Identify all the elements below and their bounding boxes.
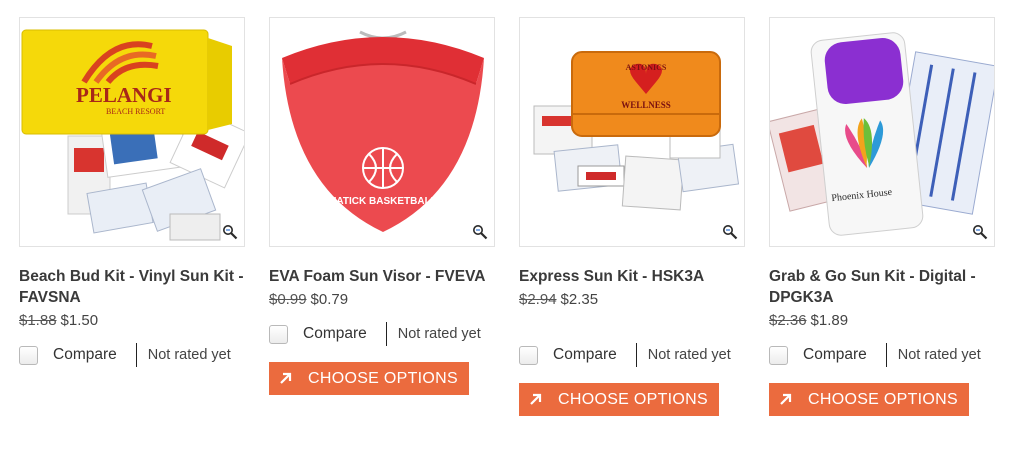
product-price: $2.36 $1.89 xyxy=(769,312,995,330)
pelangi-logo-subtext: BEACH RESORT xyxy=(106,107,165,116)
arrow-up-right-icon xyxy=(530,393,542,405)
visor-print-text: NATICK BASKETBALL xyxy=(329,196,437,207)
sale-price: $2.35 xyxy=(560,291,599,308)
rating-text: Not rated yet xyxy=(397,326,481,342)
product-title[interactable]: Express Sun Kit - HSK3A xyxy=(519,266,745,287)
old-price: $0.99 xyxy=(269,291,307,308)
pelangi-logo-text: PELANGI xyxy=(76,83,172,107)
product-card: PELANGI BEACH RESORT Beach Bud Kit - Vin… xyxy=(19,17,245,367)
product-title[interactable]: EVA Foam Sun Visor - FVEVA xyxy=(269,266,495,287)
arrow-up-right-icon xyxy=(780,393,792,405)
compare-checkbox[interactable] xyxy=(519,345,538,365)
compare-rating-row: Compare Not rated yet xyxy=(19,343,245,367)
product-image[interactable]: PELANGI BEACH RESORT xyxy=(19,17,245,247)
arrow-up-right-icon xyxy=(280,372,292,384)
beach-bud-kit-image: PELANGI BEACH RESORT xyxy=(21,29,244,241)
choose-options-label: CHOOSE OPTIONS xyxy=(308,369,458,387)
compare-label[interactable]: Compare xyxy=(803,346,867,364)
product-title[interactable]: Grab & Go Sun Kit - Digital - DPGK3A xyxy=(769,266,995,308)
product-card: ASTONICS WELLNESS Express Sun Kit - HSK3… xyxy=(519,17,745,416)
compare-checkbox[interactable] xyxy=(19,345,38,365)
compare-rating-row: Compare Not rated yet xyxy=(769,343,995,367)
old-price: $2.36 xyxy=(769,312,807,329)
product-price: $1.88 $1.50 xyxy=(19,312,245,330)
product-image[interactable]: ASTONICS WELLNESS xyxy=(519,17,745,247)
grab-go-sun-kit-image: Phoenix House xyxy=(770,32,994,236)
magnifier-icon[interactable] xyxy=(222,224,238,240)
magnifier-icon[interactable] xyxy=(472,224,488,240)
sale-price: $0.79 xyxy=(310,291,349,308)
compare-rating-row: Compare Not rated yet xyxy=(519,343,745,367)
divider xyxy=(135,343,137,367)
compare-label[interactable]: Compare xyxy=(553,346,617,364)
divider xyxy=(885,343,887,367)
case-logo-top: ASTONICS xyxy=(626,63,667,72)
divider xyxy=(635,343,637,367)
magnifier-icon[interactable] xyxy=(722,224,738,240)
express-sun-kit-image: ASTONICS WELLNESS xyxy=(533,51,740,211)
sun-visor-image: NATICK BASKETBALL xyxy=(282,30,484,232)
choose-options-button[interactable]: CHOOSE OPTIONS xyxy=(519,383,719,416)
sale-price: $1.89 xyxy=(810,312,849,329)
divider xyxy=(385,322,387,346)
compare-label[interactable]: Compare xyxy=(53,346,117,364)
product-price: $2.94 $2.35 xyxy=(519,291,745,309)
choose-options-button[interactable]: CHOOSE OPTIONS xyxy=(269,362,469,395)
case-logo-bottom: WELLNESS xyxy=(621,100,671,110)
product-price: $0.99 $0.79 xyxy=(269,291,495,309)
compare-label[interactable]: Compare xyxy=(303,325,367,343)
product-grid: PELANGI BEACH RESORT Beach Bud Kit - Vin… xyxy=(0,0,1015,449)
product-image[interactable]: Phoenix House xyxy=(769,17,995,247)
old-price: $1.88 xyxy=(19,312,57,329)
choose-options-label: CHOOSE OPTIONS xyxy=(558,390,708,408)
product-card: NATICK BASKETBALL EVA Foam Sun Visor - F… xyxy=(269,17,495,395)
product-image[interactable]: NATICK BASKETBALL xyxy=(269,17,495,247)
magnifier-icon[interactable] xyxy=(972,224,988,240)
compare-checkbox[interactable] xyxy=(269,324,288,344)
choose-options-label: CHOOSE OPTIONS xyxy=(808,390,958,408)
product-title[interactable]: Beach Bud Kit - Vinyl Sun Kit - FAVSNA xyxy=(19,266,245,308)
sale-price: $1.50 xyxy=(60,312,99,329)
product-card: Phoenix House Grab & Go Sun Kit - Digita… xyxy=(769,17,995,416)
rating-text: Not rated yet xyxy=(897,347,981,363)
old-price: $2.94 xyxy=(519,291,557,308)
compare-rating-row: Compare Not rated yet xyxy=(269,322,495,346)
rating-text: Not rated yet xyxy=(647,347,731,363)
choose-options-button[interactable]: CHOOSE OPTIONS xyxy=(769,383,969,416)
rating-text: Not rated yet xyxy=(147,347,231,363)
compare-checkbox[interactable] xyxy=(769,345,788,365)
